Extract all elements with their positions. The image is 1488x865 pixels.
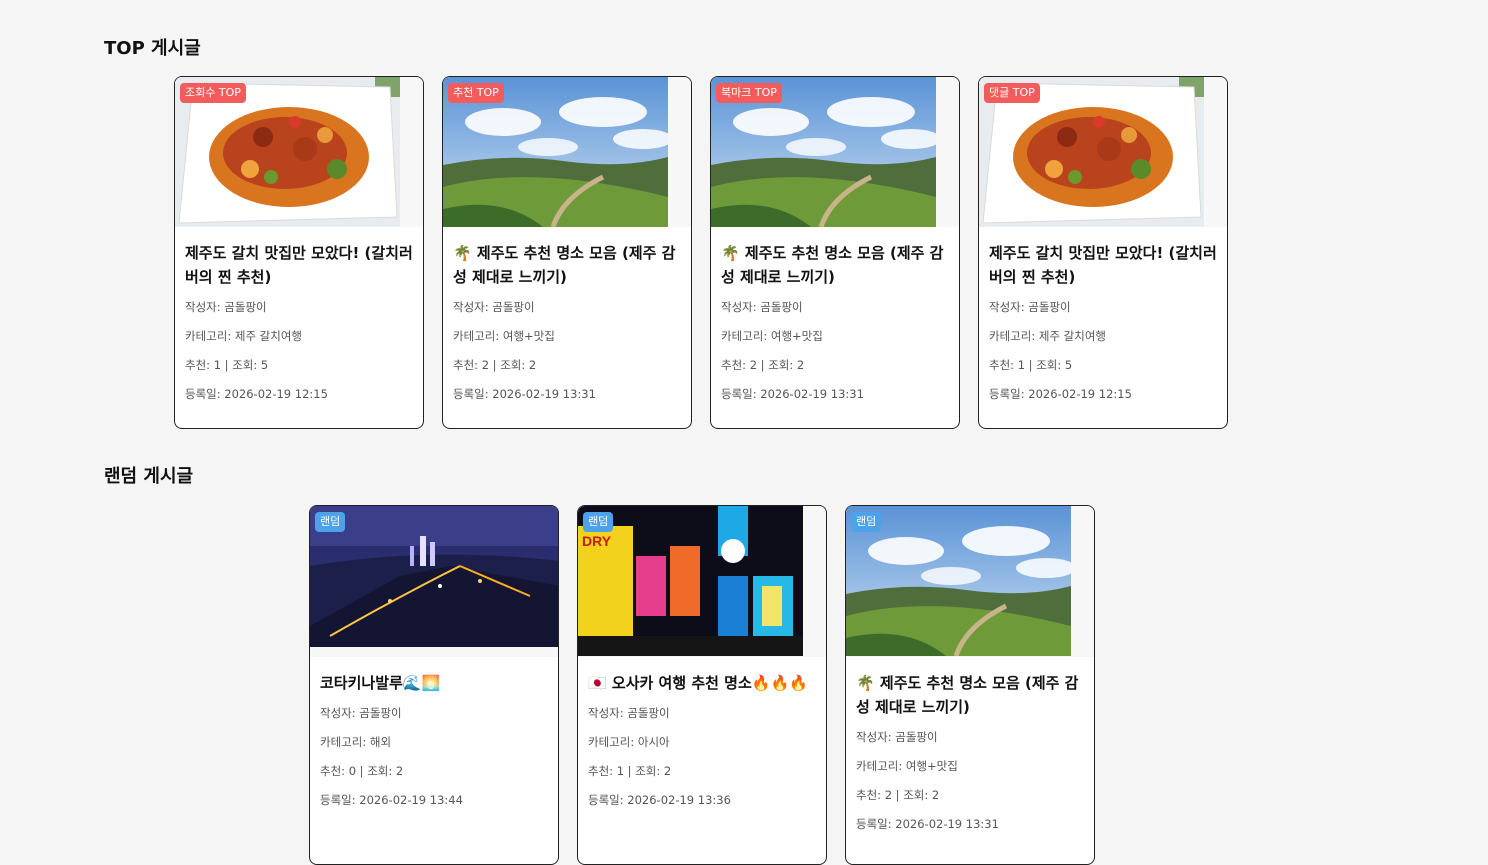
post-category: 카테고리: 여행+맛집	[721, 329, 823, 343]
post-badge: 랜덤	[315, 512, 346, 532]
random-posts-row: 랜덤 코타키나발루🌊🌅 작성자: 곰돌팡이 카테고리: 해외 추천: 0 | 조…	[309, 505, 1095, 865]
post-card[interactable]: 랜덤 🌴 제주도 추천 명소 모음 (제주 감성 제대로 느끼기) 작성자: 곰…	[845, 505, 1095, 865]
post-author: 작성자: 곰돌팡이	[453, 300, 535, 314]
post-card-body: 🌴 제주도 추천 명소 모음 (제주 감성 제대로 느끼기) 작성자: 곰돌팡이…	[711, 227, 959, 402]
post-date: 등록일: 2026-02-19 13:44	[320, 793, 463, 807]
post-card[interactable]: 조회수 TOP 제주도 갈치 맛집만 모았다! (갈치러버의 찐 추천) 작성자…	[174, 76, 424, 429]
post-author: 작성자: 곰돌팡이	[989, 300, 1071, 314]
post-category: 카테고리: 여행+맛집	[453, 329, 555, 343]
post-stats: 추천: 0 | 조회: 2	[320, 764, 404, 778]
post-card[interactable]: DRY 랜덤 🇯🇵 오사카 여행 추천 명소🔥🔥🔥 작성자: 곰돌팡이 카테고리…	[577, 505, 827, 865]
post-badge: 랜덤	[851, 512, 882, 532]
post-badge: 랜덤	[583, 512, 614, 532]
post-category: 카테고리: 해외	[320, 735, 392, 749]
post-badge: 조회수 TOP	[180, 83, 246, 103]
post-stats: 추천: 2 | 조회: 2	[453, 358, 537, 372]
post-badge: 북마크 TOP	[716, 83, 782, 103]
post-category: 카테고리: 제주 갈치여행	[989, 329, 1106, 343]
post-category: 카테고리: 제주 갈치여행	[185, 329, 302, 343]
post-thumbnail[interactable]	[310, 506, 558, 657]
post-title[interactable]: 🇯🇵 오사카 여행 추천 명소🔥🔥🔥	[588, 671, 816, 695]
random-posts-title: 랜덤 게시글	[104, 466, 194, 487]
post-card[interactable]: 랜덤 코타키나발루🌊🌅 작성자: 곰돌팡이 카테고리: 해외 추천: 0 | 조…	[309, 505, 559, 865]
post-card[interactable]: 추천 TOP 🌴 제주도 추천 명소 모음 (제주 감성 제대로 느끼기) 작성…	[442, 76, 692, 429]
svg-text:DRY: DRY	[582, 533, 612, 549]
post-thumbnail[interactable]: DRY	[578, 506, 826, 657]
post-stats: 추천: 1 | 조회: 5	[185, 358, 269, 372]
post-title[interactable]: 🌴 제주도 추천 명소 모음 (제주 감성 제대로 느끼기)	[453, 241, 681, 289]
post-date: 등록일: 2026-02-19 13:31	[856, 817, 999, 831]
post-badge: 추천 TOP	[448, 83, 504, 103]
top-posts-title: TOP 게시글	[104, 38, 201, 59]
post-stats: 추천: 1 | 조회: 2	[588, 764, 672, 778]
post-author: 작성자: 곰돌팡이	[721, 300, 803, 314]
post-date: 등록일: 2026-02-19 13:36	[588, 793, 731, 807]
top-posts-row: 조회수 TOP 제주도 갈치 맛집만 모았다! (갈치러버의 찐 추천) 작성자…	[174, 76, 1228, 429]
post-stats: 추천: 2 | 조회: 2	[856, 788, 940, 802]
post-card[interactable]: 댓글 TOP 제주도 갈치 맛집만 모았다! (갈치러버의 찐 추천) 작성자:…	[978, 76, 1228, 429]
post-category: 카테고리: 아시아	[588, 735, 670, 749]
post-card-body: 🌴 제주도 추천 명소 모음 (제주 감성 제대로 느끼기) 작성자: 곰돌팡이…	[443, 227, 691, 402]
post-card-body: 제주도 갈치 맛집만 모았다! (갈치러버의 찐 추천) 작성자: 곰돌팡이 카…	[175, 227, 423, 402]
post-stats: 추천: 1 | 조회: 5	[989, 358, 1073, 372]
post-date: 등록일: 2026-02-19 13:31	[721, 387, 864, 401]
post-card-body: 🇯🇵 오사카 여행 추천 명소🔥🔥🔥 작성자: 곰돌팡이 카테고리: 아시아 추…	[578, 657, 826, 808]
post-thumbnail[interactable]	[846, 506, 1094, 657]
post-title[interactable]: 🌴 제주도 추천 명소 모음 (제주 감성 제대로 느끼기)	[856, 671, 1084, 719]
night-city-image	[310, 506, 558, 647]
post-author: 작성자: 곰돌팡이	[185, 300, 267, 314]
post-date: 등록일: 2026-02-19 12:15	[989, 387, 1132, 401]
post-author: 작성자: 곰돌팡이	[320, 706, 402, 720]
post-card[interactable]: 북마크 TOP 🌴 제주도 추천 명소 모음 (제주 감성 제대로 느끼기) 작…	[710, 76, 960, 429]
post-title[interactable]: 제주도 갈치 맛집만 모았다! (갈치러버의 찐 추천)	[989, 241, 1217, 289]
post-date: 등록일: 2026-02-19 13:31	[453, 387, 596, 401]
post-title[interactable]: 코타키나발루🌊🌅	[320, 671, 548, 695]
post-card-body: 코타키나발루🌊🌅 작성자: 곰돌팡이 카테고리: 해외 추천: 0 | 조회: …	[310, 657, 558, 808]
post-card-body: 제주도 갈치 맛집만 모았다! (갈치러버의 찐 추천) 작성자: 곰돌팡이 카…	[979, 227, 1227, 402]
post-stats: 추천: 2 | 조회: 2	[721, 358, 805, 372]
post-title[interactable]: 제주도 갈치 맛집만 모았다! (갈치러버의 찐 추천)	[185, 241, 413, 289]
post-category: 카테고리: 여행+맛집	[856, 759, 958, 773]
post-card-body: 🌴 제주도 추천 명소 모음 (제주 감성 제대로 느끼기) 작성자: 곰돌팡이…	[846, 657, 1094, 832]
post-date: 등록일: 2026-02-19 12:15	[185, 387, 328, 401]
post-author: 작성자: 곰돌팡이	[588, 706, 670, 720]
post-title[interactable]: 🌴 제주도 추천 명소 모음 (제주 감성 제대로 느끼기)	[721, 241, 949, 289]
post-author: 작성자: 곰돌팡이	[856, 730, 938, 744]
post-badge: 댓글 TOP	[984, 83, 1040, 103]
